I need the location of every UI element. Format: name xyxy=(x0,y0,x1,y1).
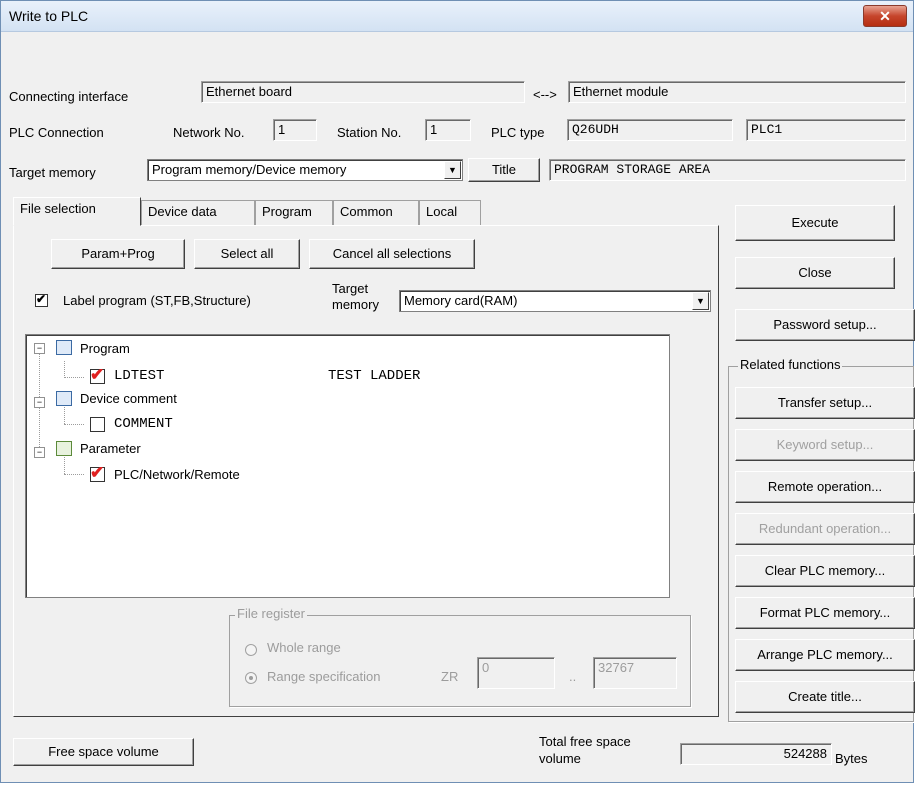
format-plc-memory-button[interactable]: Format PLC memory... xyxy=(735,597,915,629)
connecting-interface-label: Connecting interface xyxy=(9,89,129,104)
tree-line xyxy=(64,361,65,378)
tree-ldtest-title: TEST LADDER xyxy=(328,368,421,384)
parameter-icon xyxy=(56,441,72,456)
total-free-space-field: 524288 xyxy=(680,743,832,765)
tree-line xyxy=(64,474,84,475)
label-program-label: Label program (ST,FB,Structure) xyxy=(63,293,251,308)
tree-ldtest: LDTEST xyxy=(114,368,165,384)
tab-common[interactable]: Common xyxy=(333,200,419,225)
plc-network-checkbox[interactable]: ✔ xyxy=(90,463,105,482)
title-field: PROGRAM STORAGE AREA xyxy=(549,159,906,181)
cancel-all-button[interactable]: Cancel all selections xyxy=(309,239,475,269)
collapse-parameter-icon[interactable]: − xyxy=(34,447,45,458)
title-button[interactable]: Title xyxy=(468,158,540,182)
transfer-setup-button[interactable]: Transfer setup... xyxy=(735,387,915,419)
title-bar: Write to PLC ✕ xyxy=(1,1,913,32)
target-memory-label: Target memory xyxy=(9,165,96,180)
plc-connection-label: PLC Connection xyxy=(9,125,104,140)
label-program-checkbox[interactable]: ✔ xyxy=(35,292,48,307)
target-memory-label-line1: Target xyxy=(332,281,369,296)
tree-parameter: Parameter xyxy=(80,441,141,456)
tab-file-selection[interactable]: File selection xyxy=(13,197,141,226)
create-title-button[interactable]: Create title... xyxy=(735,681,915,713)
tree-line xyxy=(64,377,84,378)
target-memory-value: Program memory/Device memory xyxy=(152,162,347,177)
interface-arrow: <--> xyxy=(533,87,557,102)
target-memory-card-select[interactable]: Memory card(RAM) ▼ xyxy=(399,290,711,312)
range-sep: .. xyxy=(569,669,577,684)
tree-comment: COMMENT xyxy=(114,416,173,432)
tab-program[interactable]: Program xyxy=(255,200,333,225)
execute-button[interactable]: Execute xyxy=(735,205,895,241)
range-spec-label: Range specification xyxy=(267,669,381,684)
free-space-button[interactable]: Free space volume xyxy=(13,738,194,766)
tab-device-data[interactable]: Device data xyxy=(141,200,255,225)
radio-dot-icon xyxy=(249,676,253,680)
program-folder-icon xyxy=(56,340,72,355)
checkmark-icon: ✔ xyxy=(36,292,47,306)
interface-field: Ethernet board xyxy=(201,81,525,103)
checkmark-icon: ✔ xyxy=(90,365,105,384)
password-setup-button[interactable]: Password setup... xyxy=(735,309,915,341)
checkmark-icon: ✔ xyxy=(90,463,105,482)
range-to-field[interactable]: 32767 xyxy=(593,657,677,689)
network-field: 1 xyxy=(273,119,317,141)
file-tree[interactable]: − Program ✔ LDTEST TEST LADDER − Device … xyxy=(25,334,670,598)
clear-plc-memory-button[interactable]: Clear PLC memory... xyxy=(735,555,915,587)
collapse-program-icon[interactable]: − xyxy=(34,343,45,354)
zr-label: ZR xyxy=(441,669,459,684)
chevron-down-icon[interactable]: ▼ xyxy=(692,292,709,310)
write-to-plc-dialog: Write to PLC ✕ Connecting interface Ethe… xyxy=(0,0,915,783)
keyword-setup-button[interactable]: Keyword setup... xyxy=(735,429,915,461)
tree-plc-network: PLC/Network/Remote xyxy=(114,467,240,482)
plc-type-label: PLC type xyxy=(491,125,545,140)
range-spec-radio[interactable] xyxy=(245,672,257,684)
total-free-space-label-1: Total free space xyxy=(539,734,631,749)
bytes-unit: Bytes xyxy=(835,751,868,766)
tree-line xyxy=(64,457,65,474)
arrange-plc-memory-button[interactable]: Arrange PLC memory... xyxy=(735,639,915,671)
tab-local[interactable]: Local xyxy=(419,200,481,225)
whole-range-radio[interactable] xyxy=(245,644,257,656)
plc-type-field: Q26UDH xyxy=(567,119,733,141)
target-memory-label-line2: memory xyxy=(332,297,379,312)
device-comment-icon xyxy=(56,391,72,406)
param-prog-button[interactable]: Param+Prog xyxy=(51,239,185,269)
collapse-device-comment-icon[interactable]: − xyxy=(34,397,45,408)
file-register-label: File register xyxy=(235,606,307,621)
close-window-button[interactable]: ✕ xyxy=(863,5,907,27)
network-label: Network No. xyxy=(173,125,245,140)
module-field: Ethernet module xyxy=(568,81,906,103)
tree-line xyxy=(64,407,65,424)
remote-operation-button[interactable]: Remote operation... xyxy=(735,471,915,503)
target-memory-select[interactable]: Program memory/Device memory ▼ xyxy=(147,159,463,181)
chevron-down-icon[interactable]: ▼ xyxy=(444,161,461,179)
target-memory-card-value: Memory card(RAM) xyxy=(404,293,518,308)
station-label: Station No. xyxy=(337,125,402,140)
related-functions-label: Related functions xyxy=(738,357,843,372)
total-free-space-label-2: volume xyxy=(539,751,581,766)
ldtest-checkbox[interactable]: ✔ xyxy=(90,365,105,384)
window-title: Write to PLC xyxy=(9,8,89,24)
station-field: 1 xyxy=(425,119,471,141)
whole-range-label: Whole range xyxy=(267,640,341,655)
comment-checkbox[interactable] xyxy=(90,417,105,432)
close-icon[interactable]: ✕ xyxy=(879,8,891,24)
redundant-operation-button[interactable]: Redundant operation... xyxy=(735,513,915,545)
plc-name-field: PLC1 xyxy=(746,119,906,141)
tree-device-comment: Device comment xyxy=(80,391,177,406)
tree-line xyxy=(64,424,84,425)
tree-program: Program xyxy=(80,341,130,356)
select-all-button[interactable]: Select all xyxy=(194,239,300,269)
range-from-field[interactable]: 0 xyxy=(477,657,555,689)
close-button[interactable]: Close xyxy=(735,257,895,289)
